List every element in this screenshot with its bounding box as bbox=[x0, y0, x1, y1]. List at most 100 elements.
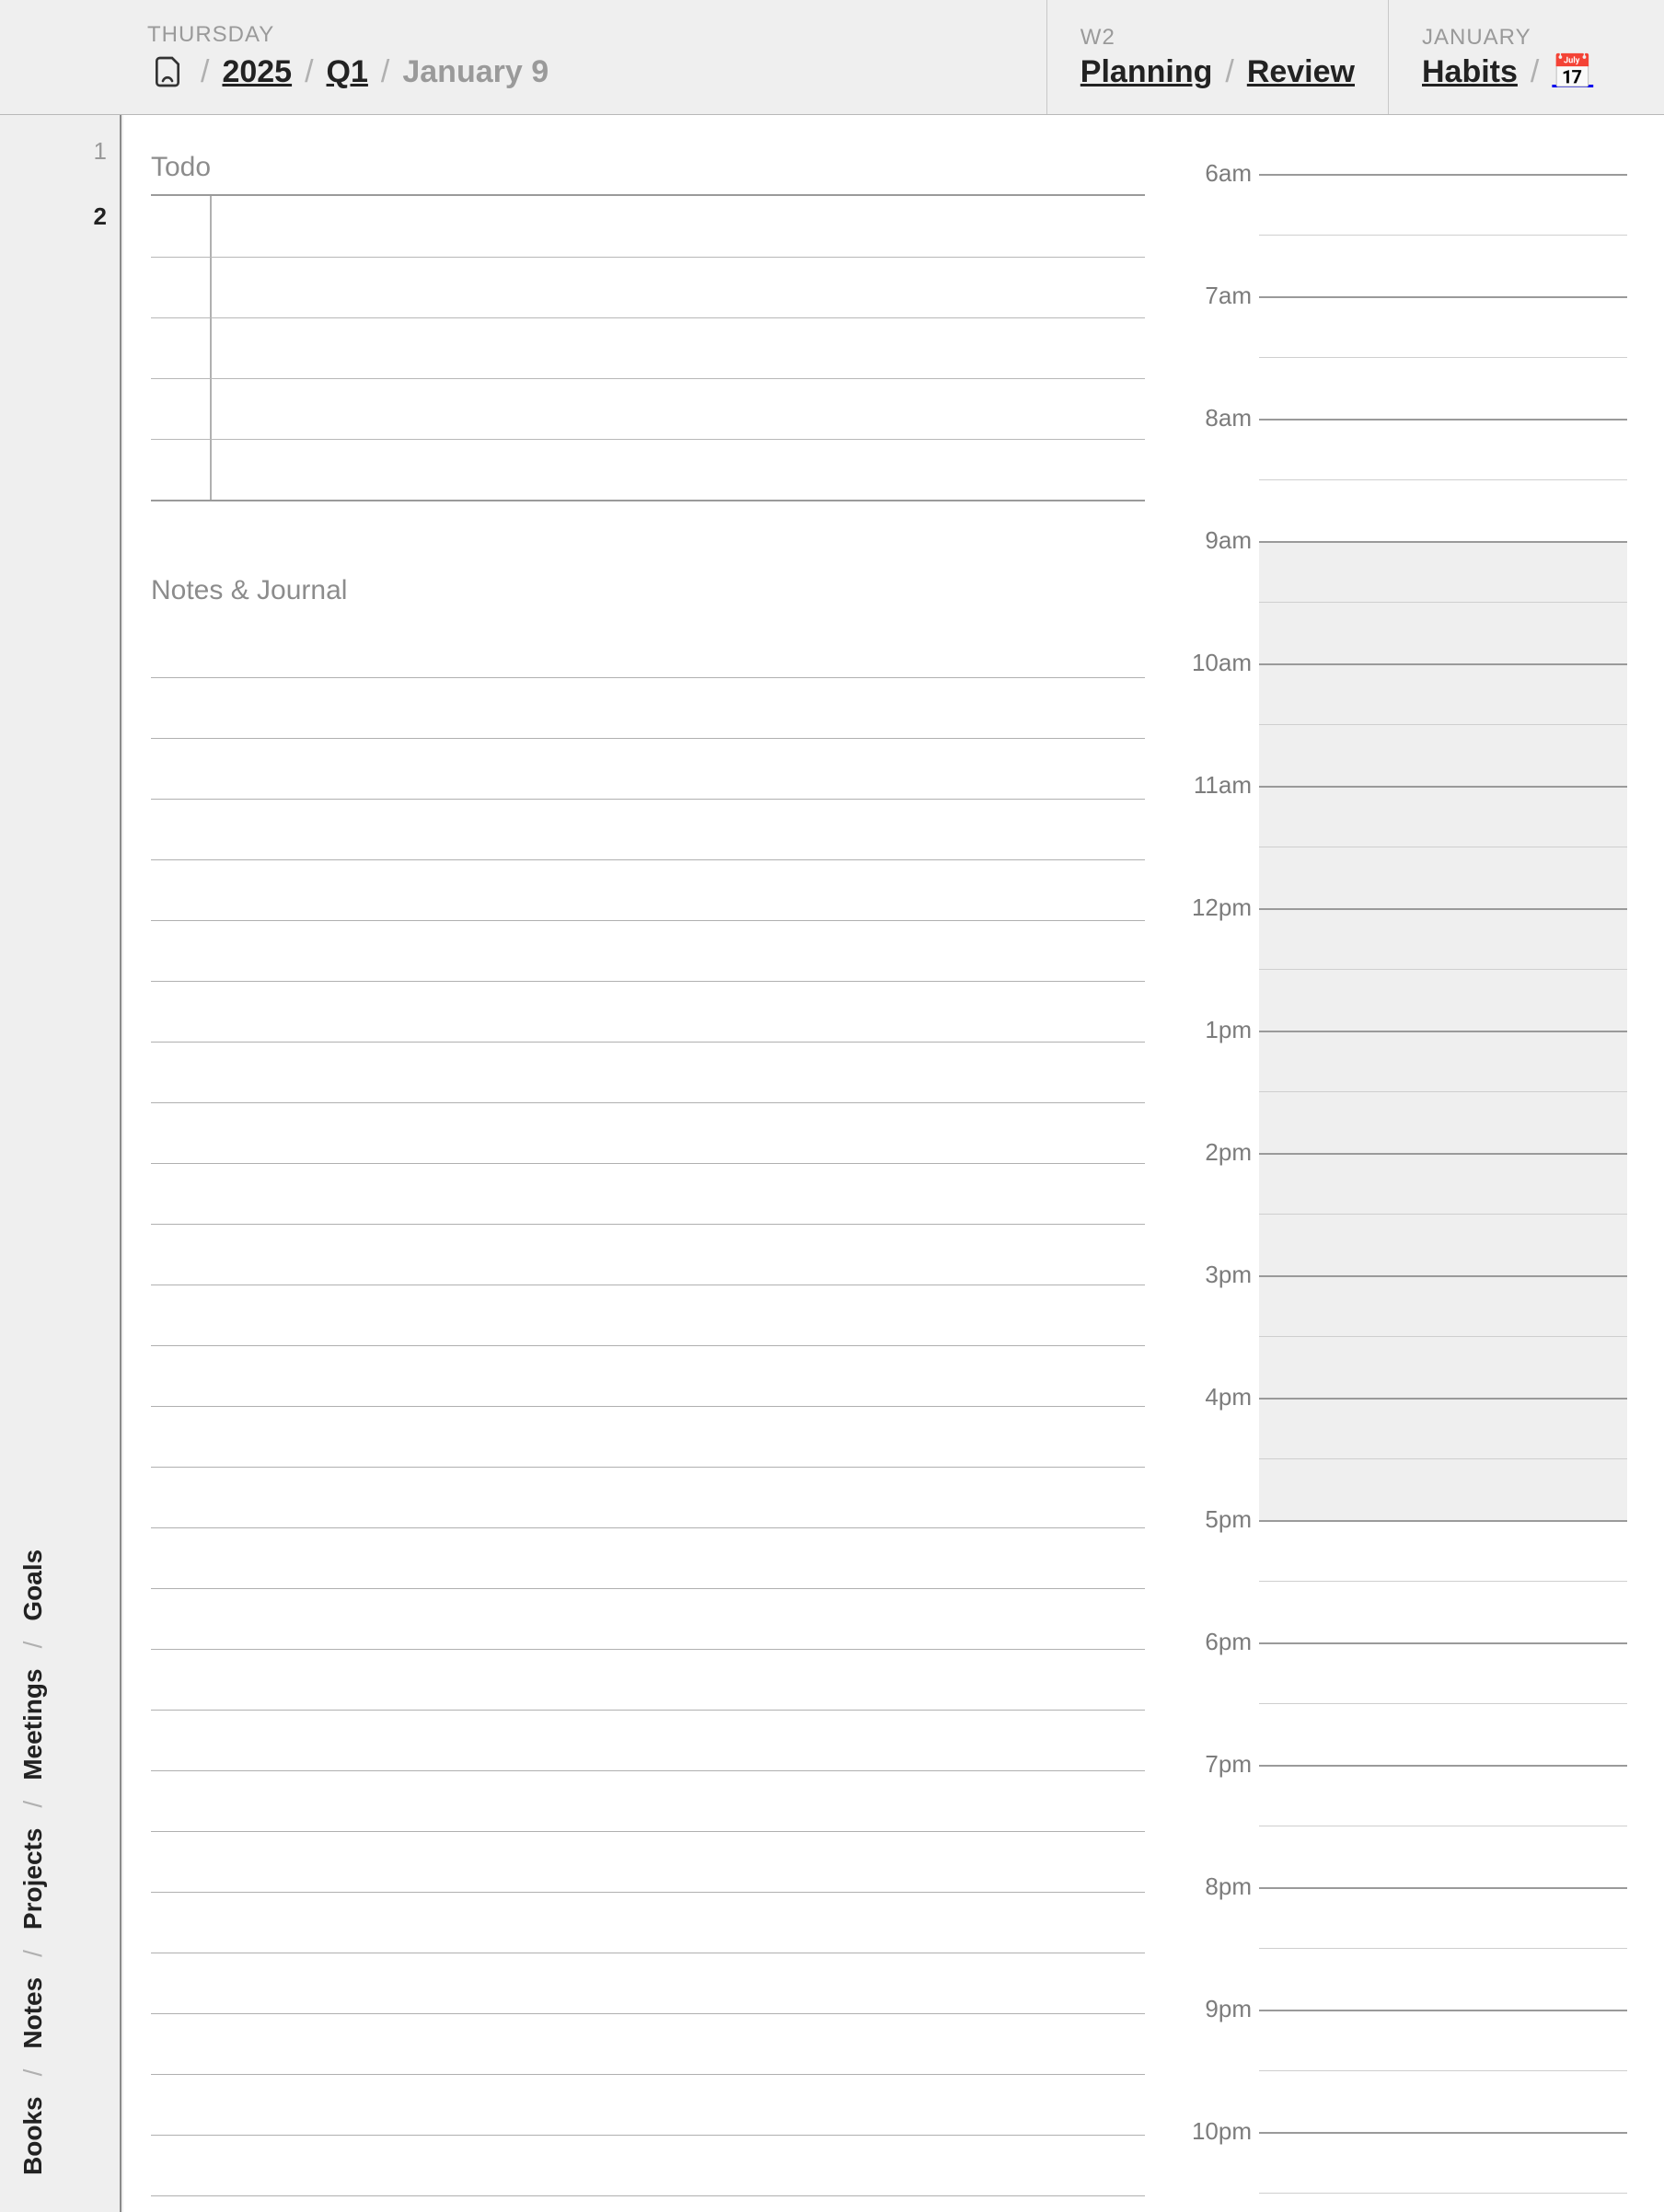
note-line[interactable] bbox=[151, 1589, 1145, 1650]
hour-label: 7pm bbox=[1180, 1750, 1252, 1779]
nav-date: January 9 bbox=[402, 54, 549, 90]
todo-row[interactable] bbox=[151, 378, 1145, 439]
note-line[interactable] bbox=[151, 739, 1145, 800]
nav-year[interactable]: 2025 bbox=[222, 54, 292, 90]
vnav-goals[interactable]: Goals bbox=[18, 1550, 48, 1621]
hour-half-line bbox=[1259, 1336, 1627, 1337]
vnav-notes[interactable]: Notes bbox=[18, 1977, 48, 2049]
note-line[interactable] bbox=[151, 2014, 1145, 2075]
hour-line bbox=[1259, 908, 1627, 910]
hour-line bbox=[1259, 1520, 1627, 1522]
hour-row-7pm[interactable]: 7pm bbox=[1185, 1765, 1627, 1887]
hour-row-10pm[interactable]: 10pm bbox=[1185, 2132, 1627, 2212]
hour-row-1pm[interactable]: 1pm bbox=[1185, 1031, 1627, 1153]
hour-row-2pm[interactable]: 2pm bbox=[1185, 1153, 1627, 1275]
calendar-icon[interactable]: 📅 bbox=[1552, 55, 1593, 88]
hour-row-3pm[interactable]: 3pm bbox=[1185, 1275, 1627, 1398]
note-line[interactable] bbox=[151, 1832, 1145, 1893]
hour-half-line bbox=[1259, 1948, 1627, 1949]
hour-line bbox=[1259, 541, 1627, 543]
todo-checkbox[interactable] bbox=[151, 440, 212, 500]
vnav-projects[interactable]: Projects bbox=[18, 1828, 48, 1930]
note-line[interactable] bbox=[151, 1711, 1145, 1771]
note-line[interactable] bbox=[151, 1164, 1145, 1225]
todo-list[interactable] bbox=[151, 194, 1145, 501]
note-line[interactable] bbox=[151, 1468, 1145, 1528]
hour-row-11am[interactable]: 11am bbox=[1185, 786, 1627, 908]
hour-row-8am[interactable]: 8am bbox=[1185, 419, 1627, 541]
hour-row-10am[interactable]: 10am bbox=[1185, 663, 1627, 786]
month-name: JANUARY bbox=[1422, 25, 1631, 51]
hour-row-4pm[interactable]: 4pm bbox=[1185, 1398, 1627, 1520]
hour-row-9pm[interactable]: 9pm bbox=[1185, 2010, 1627, 2132]
hour-line bbox=[1259, 663, 1627, 665]
hour-row-8pm[interactable]: 8pm bbox=[1185, 1887, 1627, 2010]
header-breadcrumb-block: THURSDAY / 2025 / Q1 / January 9 bbox=[0, 0, 1046, 114]
hour-label: 8pm bbox=[1180, 1872, 1252, 1901]
vnav-meetings[interactable]: Meetings bbox=[18, 1668, 48, 1780]
hour-line bbox=[1259, 1398, 1627, 1400]
planner-logo-icon[interactable] bbox=[147, 52, 188, 92]
page-number-1[interactable]: 1 bbox=[94, 137, 107, 166]
todo-checkbox[interactable] bbox=[151, 196, 212, 257]
note-line[interactable] bbox=[151, 1528, 1145, 1589]
todo-row[interactable] bbox=[151, 439, 1145, 500]
hour-half-line bbox=[1259, 479, 1627, 480]
todo-checkbox[interactable] bbox=[151, 318, 212, 378]
todo-row[interactable] bbox=[151, 257, 1145, 317]
hour-row-7am[interactable]: 7am bbox=[1185, 296, 1627, 419]
note-line[interactable] bbox=[151, 860, 1145, 921]
nav-quarter[interactable]: Q1 bbox=[327, 54, 368, 90]
todo-row[interactable] bbox=[151, 317, 1145, 378]
note-line[interactable] bbox=[151, 678, 1145, 739]
hour-row-5pm[interactable]: 5pm bbox=[1185, 1520, 1627, 1642]
nav-planning[interactable]: Planning bbox=[1080, 54, 1213, 90]
vnav-sep: / bbox=[18, 2069, 48, 2077]
todo-checkbox[interactable] bbox=[151, 379, 212, 439]
note-line[interactable] bbox=[151, 2196, 1145, 2212]
todo-label: Todo bbox=[151, 152, 1145, 183]
hour-line bbox=[1259, 1153, 1627, 1155]
hour-half-line bbox=[1259, 724, 1627, 725]
hour-line bbox=[1259, 1642, 1627, 1644]
hour-line bbox=[1259, 2132, 1627, 2134]
vnav-sep: / bbox=[18, 1950, 48, 1957]
hour-label: 6am bbox=[1180, 159, 1252, 188]
note-line[interactable] bbox=[151, 617, 1145, 678]
note-line[interactable] bbox=[151, 1893, 1145, 1953]
hour-label: 4pm bbox=[1180, 1383, 1252, 1411]
todo-checkbox[interactable] bbox=[151, 258, 212, 317]
note-line[interactable] bbox=[151, 2136, 1145, 2196]
nav-habits[interactable]: Habits bbox=[1422, 54, 1518, 90]
hour-label: 11am bbox=[1180, 771, 1252, 800]
note-line[interactable] bbox=[151, 982, 1145, 1043]
note-line[interactable] bbox=[151, 1225, 1145, 1285]
note-line[interactable] bbox=[151, 2075, 1145, 2136]
hour-label: 7am bbox=[1180, 282, 1252, 310]
note-line[interactable] bbox=[151, 921, 1145, 982]
hour-half-line bbox=[1259, 1703, 1627, 1704]
vnav-books[interactable]: Books bbox=[18, 2096, 48, 2175]
note-line[interactable] bbox=[151, 1953, 1145, 2014]
note-line[interactable] bbox=[151, 1346, 1145, 1407]
todo-row[interactable] bbox=[151, 196, 1145, 257]
hour-half-line bbox=[1259, 357, 1627, 358]
note-line[interactable] bbox=[151, 1771, 1145, 1832]
breadcrumb-sep: / bbox=[381, 54, 389, 90]
hour-row-6am[interactable]: 6am bbox=[1185, 174, 1627, 296]
hour-row-12pm[interactable]: 12pm bbox=[1185, 908, 1627, 1031]
hour-label: 8am bbox=[1180, 404, 1252, 432]
note-line[interactable] bbox=[151, 1285, 1145, 1346]
page-number-2[interactable]: 2 bbox=[94, 202, 107, 231]
note-line[interactable] bbox=[151, 1103, 1145, 1164]
note-line[interactable] bbox=[151, 800, 1145, 860]
nav-review[interactable]: Review bbox=[1247, 54, 1355, 90]
hour-label: 9pm bbox=[1180, 1995, 1252, 2023]
hour-row-9am[interactable]: 9am bbox=[1185, 541, 1627, 663]
note-line[interactable] bbox=[151, 1407, 1145, 1468]
note-line[interactable] bbox=[151, 1043, 1145, 1103]
hour-line bbox=[1259, 1031, 1627, 1032]
notes-area[interactable] bbox=[151, 617, 1145, 2212]
note-line[interactable] bbox=[151, 1650, 1145, 1711]
hour-row-6pm[interactable]: 6pm bbox=[1185, 1642, 1627, 1765]
